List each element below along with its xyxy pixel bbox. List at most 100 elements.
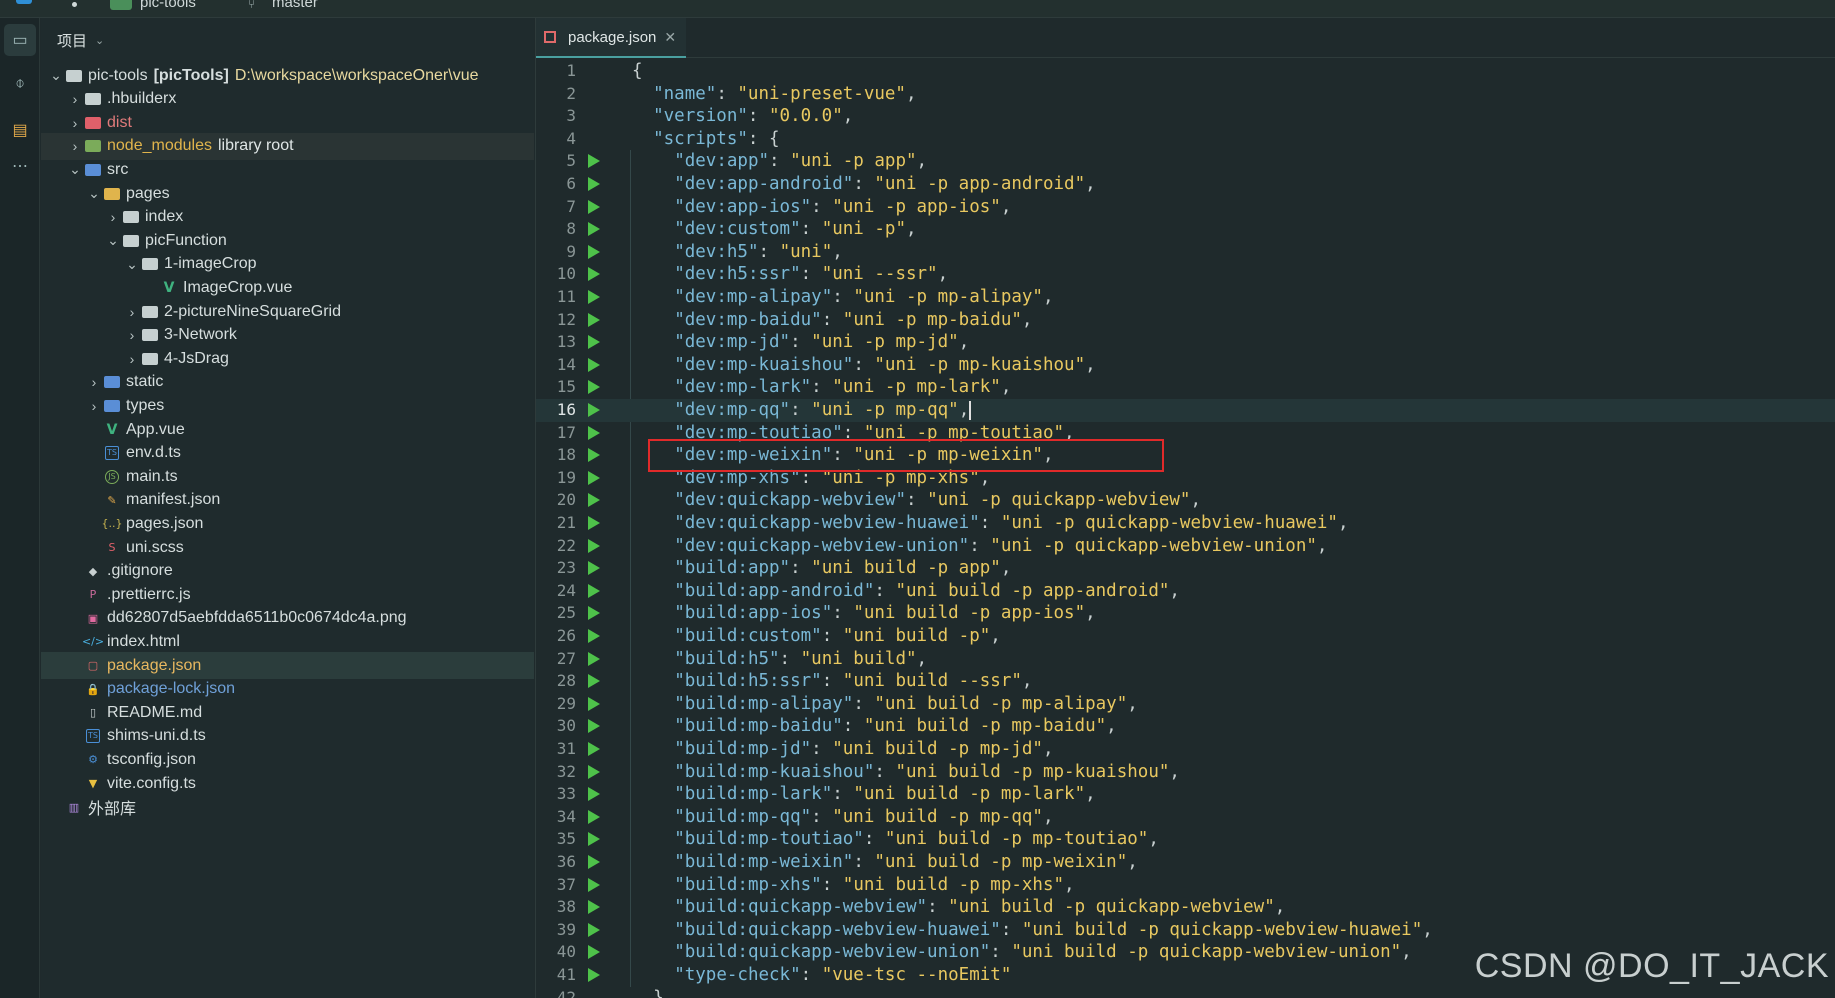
code-line[interactable]: 36 "build:mp-weixin": "uni build -p mp-we… [536, 851, 1835, 874]
code-line[interactable]: 14 "dev:mp-kuaishou": "uni -p mp-kuaishou… [536, 354, 1835, 377]
chevron-right-icon[interactable]: › [123, 304, 141, 320]
code-line[interactable]: 27 "build:h5": "uni build", [536, 648, 1835, 671]
chevron-down-icon[interactable]: ⌄ [95, 34, 104, 47]
chevron-right-icon[interactable]: › [66, 115, 84, 131]
run-script-icon[interactable] [588, 448, 600, 463]
run-script-icon[interactable] [588, 493, 600, 508]
code-line[interactable]: 9 "dev:h5": "uni", [536, 241, 1835, 264]
code-line[interactable]: 20 "dev:quickapp-webview": "uni -p quicka… [536, 489, 1835, 512]
run-script-icon[interactable] [588, 290, 600, 304]
code-line[interactable]: 1{ [536, 60, 1835, 83]
code-line[interactable]: 6 "dev:app-android": "uni -p app-android"… [536, 173, 1835, 196]
code-line[interactable]: 2 "name": "uni-preset-vue", [536, 83, 1835, 106]
code-line[interactable]: 24 "build:app-android": "uni build -p app… [536, 580, 1835, 603]
chevron-right-icon[interactable]: › [66, 138, 84, 154]
run-script-icon[interactable] [588, 516, 600, 530]
close-icon[interactable]: ✕ [664, 29, 676, 46]
code-line[interactable]: 25 "build:app-ios": "uni build -p app-ios… [536, 602, 1835, 625]
run-script-icon[interactable] [588, 583, 600, 598]
code-line[interactable]: 7 "dev:app-ios": "uni -p app-ios", [536, 196, 1835, 219]
project-switcher[interactable]: pic-tools [140, 0, 196, 11]
code-line[interactable]: 8 "dev:custom": "uni -p", [536, 218, 1835, 241]
chevron-down-icon[interactable]: ⌄ [66, 161, 84, 178]
tree-item-external-libraries[interactable]: ▥ 外部库 [41, 794, 534, 821]
code-line[interactable]: 29 "build:mp-alipay": "uni build -p mp-al… [536, 693, 1835, 716]
run-script-icon[interactable] [588, 222, 600, 237]
chevron-right-icon[interactable]: › [123, 351, 141, 367]
project-panel-header[interactable]: 项目 ⌄ [41, 18, 534, 62]
run-script-icon[interactable] [588, 764, 600, 779]
run-script-icon[interactable] [588, 403, 600, 417]
run-script-icon[interactable] [588, 312, 600, 327]
code-line[interactable]: 42}, [536, 987, 1835, 998]
code-line[interactable]: 32 "build:mp-kuaishou": "uni build -p mp-… [536, 761, 1835, 784]
run-script-icon[interactable] [588, 267, 600, 282]
code-line[interactable]: 12 "dev:mp-baidu": "uni -p mp-baidu", [536, 309, 1835, 332]
run-script-icon[interactable] [588, 357, 600, 372]
run-script-icon[interactable] [588, 470, 600, 485]
run-script-icon[interactable] [588, 696, 600, 711]
code-line[interactable]: 22 "dev:quickapp-webview-union": "uni -p … [536, 535, 1835, 558]
run-script-icon[interactable] [588, 380, 600, 395]
more-tools-icon[interactable]: ⋯ [4, 150, 36, 182]
code-line[interactable]: 39 "build:quickapp-webview-huawei": "uni … [536, 919, 1835, 942]
run-script-icon[interactable] [588, 809, 600, 824]
run-script-icon[interactable] [588, 425, 600, 440]
code-line[interactable]: 33 "build:mp-lark": "uni build -p mp-lark… [536, 783, 1835, 806]
chevron-down-icon[interactable]: ⌄ [85, 185, 103, 202]
run-script-icon[interactable] [588, 877, 600, 892]
code-line[interactable]: 10 "dev:h5:ssr": "uni --ssr", [536, 263, 1835, 286]
run-script-icon[interactable] [588, 561, 600, 576]
commit-icon[interactable]: ⌽ [4, 68, 36, 100]
run-script-icon[interactable] [588, 787, 600, 802]
code-line[interactable]: 30 "build:mp-baidu": "uni build -p mp-bai… [536, 715, 1835, 738]
run-script-icon[interactable] [588, 832, 600, 847]
run-script-icon[interactable] [588, 855, 600, 869]
code-line[interactable]: 37 "build:mp-xhs": "uni build -p mp-xhs", [536, 874, 1835, 897]
run-script-icon[interactable] [588, 538, 600, 553]
run-script-icon[interactable] [588, 900, 600, 915]
run-script-icon[interactable] [588, 651, 600, 666]
run-script-icon[interactable] [588, 606, 600, 621]
run-script-icon[interactable] [588, 177, 600, 191]
code-line[interactable]: 11 "dev:mp-alipay": "uni -p mp-alipay", [536, 286, 1835, 309]
chevron-down-icon[interactable]: ⌄ [104, 232, 122, 249]
chevron-right-icon[interactable]: › [85, 374, 103, 390]
code-line[interactable]: 13 "dev:mp-jd": "uni -p mp-jd", [536, 331, 1835, 354]
chevron-right-icon[interactable]: › [123, 327, 141, 343]
code-line[interactable]: 16 "dev:mp-qq": "uni -p mp-qq", [536, 399, 1835, 422]
run-script-icon[interactable] [588, 154, 600, 169]
structure-icon[interactable]: ▤ [4, 114, 36, 146]
chevron-down-icon[interactable]: ⌄ [123, 256, 141, 273]
code-line[interactable]: 21 "dev:quickapp-webview-huawei": "uni -p… [536, 512, 1835, 535]
code-line[interactable]: 34 "build:mp-qq": "uni build -p mp-qq", [536, 806, 1835, 829]
branch-switcher[interactable]: master [272, 0, 318, 11]
run-script-icon[interactable] [588, 922, 600, 937]
tab-package-json[interactable]: package.json ✕ [536, 18, 687, 58]
chevron-right-icon[interactable]: › [104, 209, 122, 225]
code-line[interactable]: 15 "dev:mp-lark": "uni -p mp-lark", [536, 376, 1835, 399]
code-line[interactable]: 28 "build:h5:ssr": "uni build --ssr", [536, 670, 1835, 693]
code-line[interactable]: 35 "build:mp-toutiao": "uni build -p mp-t… [536, 828, 1835, 851]
chevron-right-icon[interactable]: › [66, 91, 84, 107]
run-script-icon[interactable] [588, 674, 600, 689]
run-script-icon[interactable] [588, 945, 600, 960]
run-script-icon[interactable] [588, 719, 600, 734]
run-script-icon[interactable] [588, 629, 600, 643]
project-view-icon[interactable]: ▭ [4, 24, 36, 56]
code-line[interactable]: 3 "version": "0.0.0", [536, 105, 1835, 128]
code-line[interactable]: 26 "build:custom": "uni build -p", [536, 625, 1835, 648]
chevron-down-icon[interactable]: ⌄ [47, 67, 65, 84]
run-script-icon[interactable] [588, 199, 600, 214]
code-line[interactable]: 38 "build:quickapp-webview": "uni build -… [536, 896, 1835, 919]
code-line[interactable]: 31 "build:mp-jd": "uni build -p mp-jd", [536, 738, 1835, 761]
run-script-icon[interactable] [588, 244, 600, 259]
code-line[interactable]: 4 "scripts": { [536, 128, 1835, 151]
run-script-icon[interactable] [588, 335, 600, 350]
more-menu-icon[interactable] [72, 2, 77, 7]
chevron-right-icon[interactable]: › [85, 398, 103, 414]
code-line[interactable]: 23 "build:app": "uni build -p app", [536, 557, 1835, 580]
run-script-icon[interactable] [588, 742, 600, 756]
code-line[interactable]: 5 "dev:app": "uni -p app", [536, 150, 1835, 173]
run-script-icon[interactable] [588, 968, 600, 982]
